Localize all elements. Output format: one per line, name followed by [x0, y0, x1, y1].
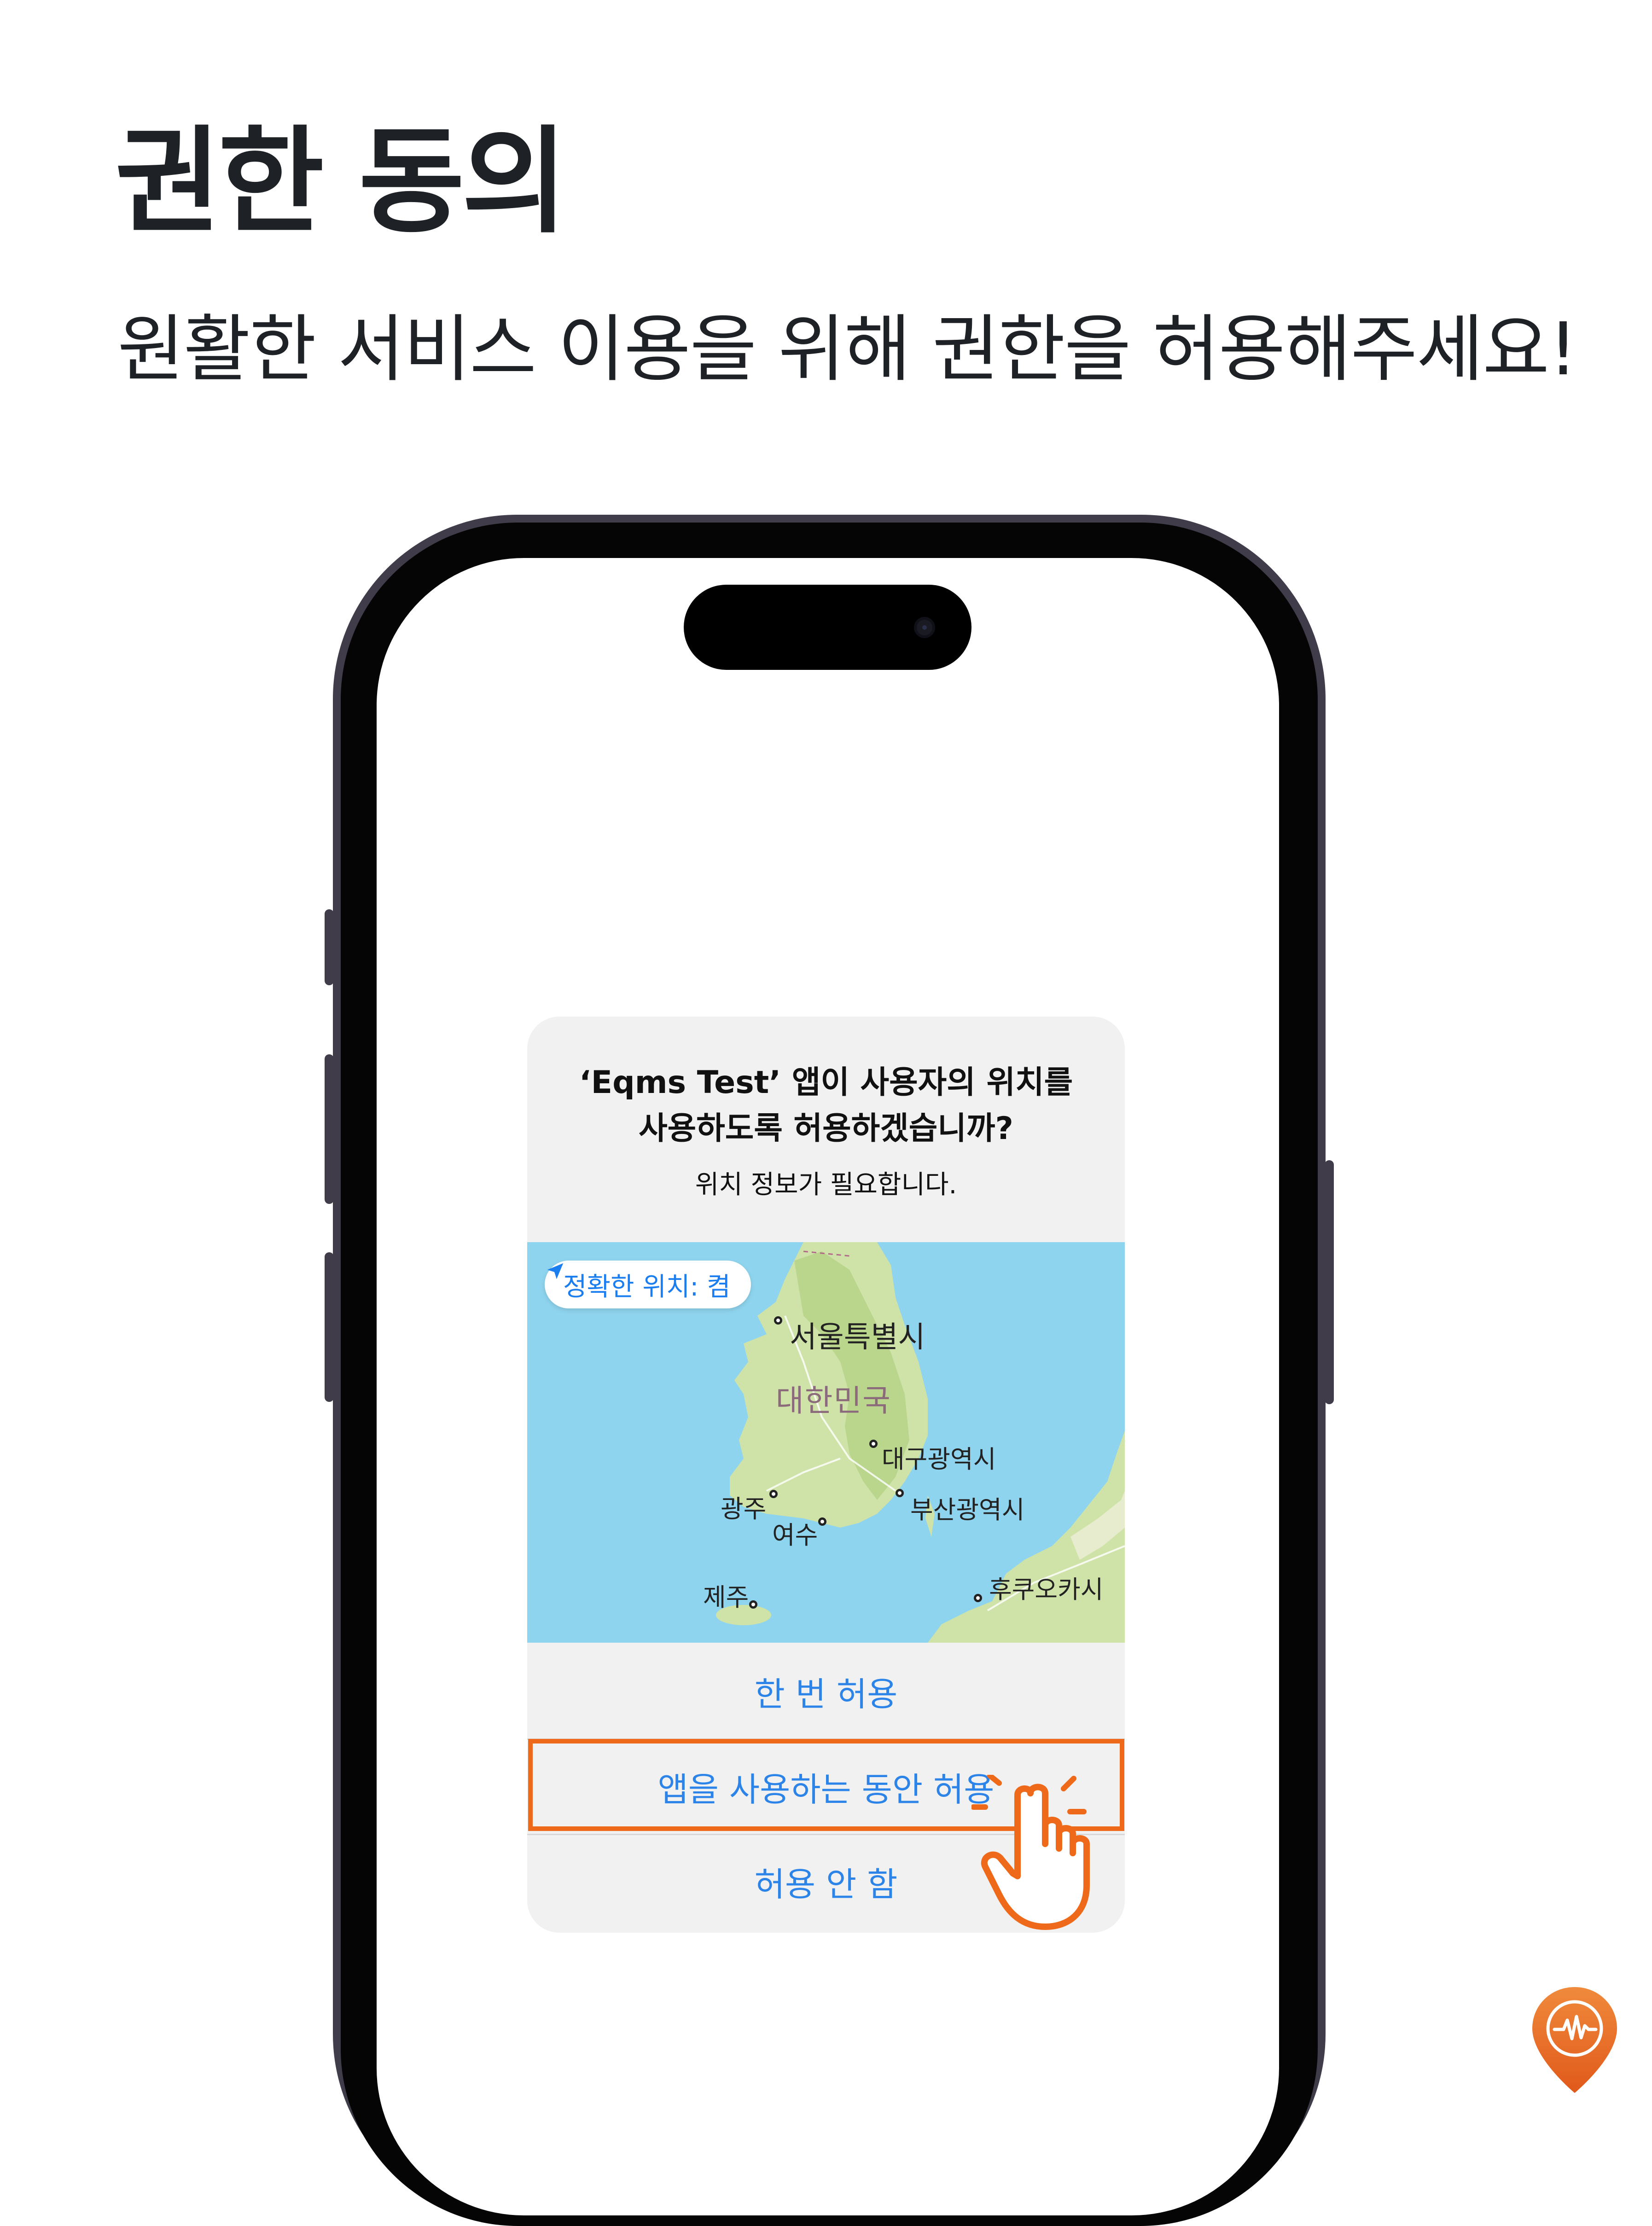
map-label-yeosu: 여수 — [772, 1521, 818, 1550]
alert-title-line-1: ‘Eqms Test’ 앱이 사용자의 위치를 — [579, 1064, 1073, 1101]
page-subtitle: 원활한 서비스 이용을 위해 권한을 허용해주세요! — [117, 307, 1578, 392]
allow-once-button[interactable]: 한 번 허용 — [527, 1645, 1125, 1737]
yeosu-marker — [818, 1517, 826, 1526]
volume-down-button — [325, 1252, 334, 1402]
fukuoka-marker — [974, 1594, 982, 1602]
daegu-marker — [869, 1440, 878, 1448]
power-button — [1325, 1160, 1334, 1404]
map-label-fukuoka: 후쿠오카시 — [989, 1575, 1104, 1604]
volume-up-button — [325, 1054, 334, 1204]
gwangju-marker — [769, 1490, 778, 1498]
map-label-country: 대한민국 — [776, 1383, 891, 1418]
map-label-jeju: 제주 — [703, 1583, 749, 1612]
location-arrow-icon — [547, 1263, 564, 1279]
map-label-seoul: 서울특별시 — [790, 1320, 925, 1354]
map-label-gwangju: 광주 — [721, 1494, 767, 1523]
action-button — [325, 909, 334, 985]
precise-location-label: 정확한 위치: 켬 — [563, 1272, 731, 1302]
alert-message: 위치 정보가 필요합니다. — [695, 1170, 957, 1200]
seoul-marker — [774, 1316, 782, 1325]
page-title: 권한 동의 — [115, 115, 568, 249]
pin-logo-icon — [1532, 1987, 1617, 2093]
precise-location-toggle[interactable]: 정확한 위치: 켬 — [545, 1261, 751, 1308]
location-map: 정확한 위치: 켬 서울특별시 대한민국 대구광역시 부산광역시 광주 여수 제… — [527, 1242, 1125, 1643]
jeju-marker — [749, 1600, 757, 1609]
front-camera-icon — [914, 617, 935, 638]
alert-title-line-2: 사용하도록 허용하겠습니까? — [639, 1110, 1013, 1147]
map-label-daegu: 대구광역시 — [882, 1445, 996, 1474]
busan-marker — [896, 1489, 904, 1497]
tap-hand-icon — [971, 1775, 1090, 1930]
map-label-busan: 부산광역시 — [910, 1495, 1025, 1524]
